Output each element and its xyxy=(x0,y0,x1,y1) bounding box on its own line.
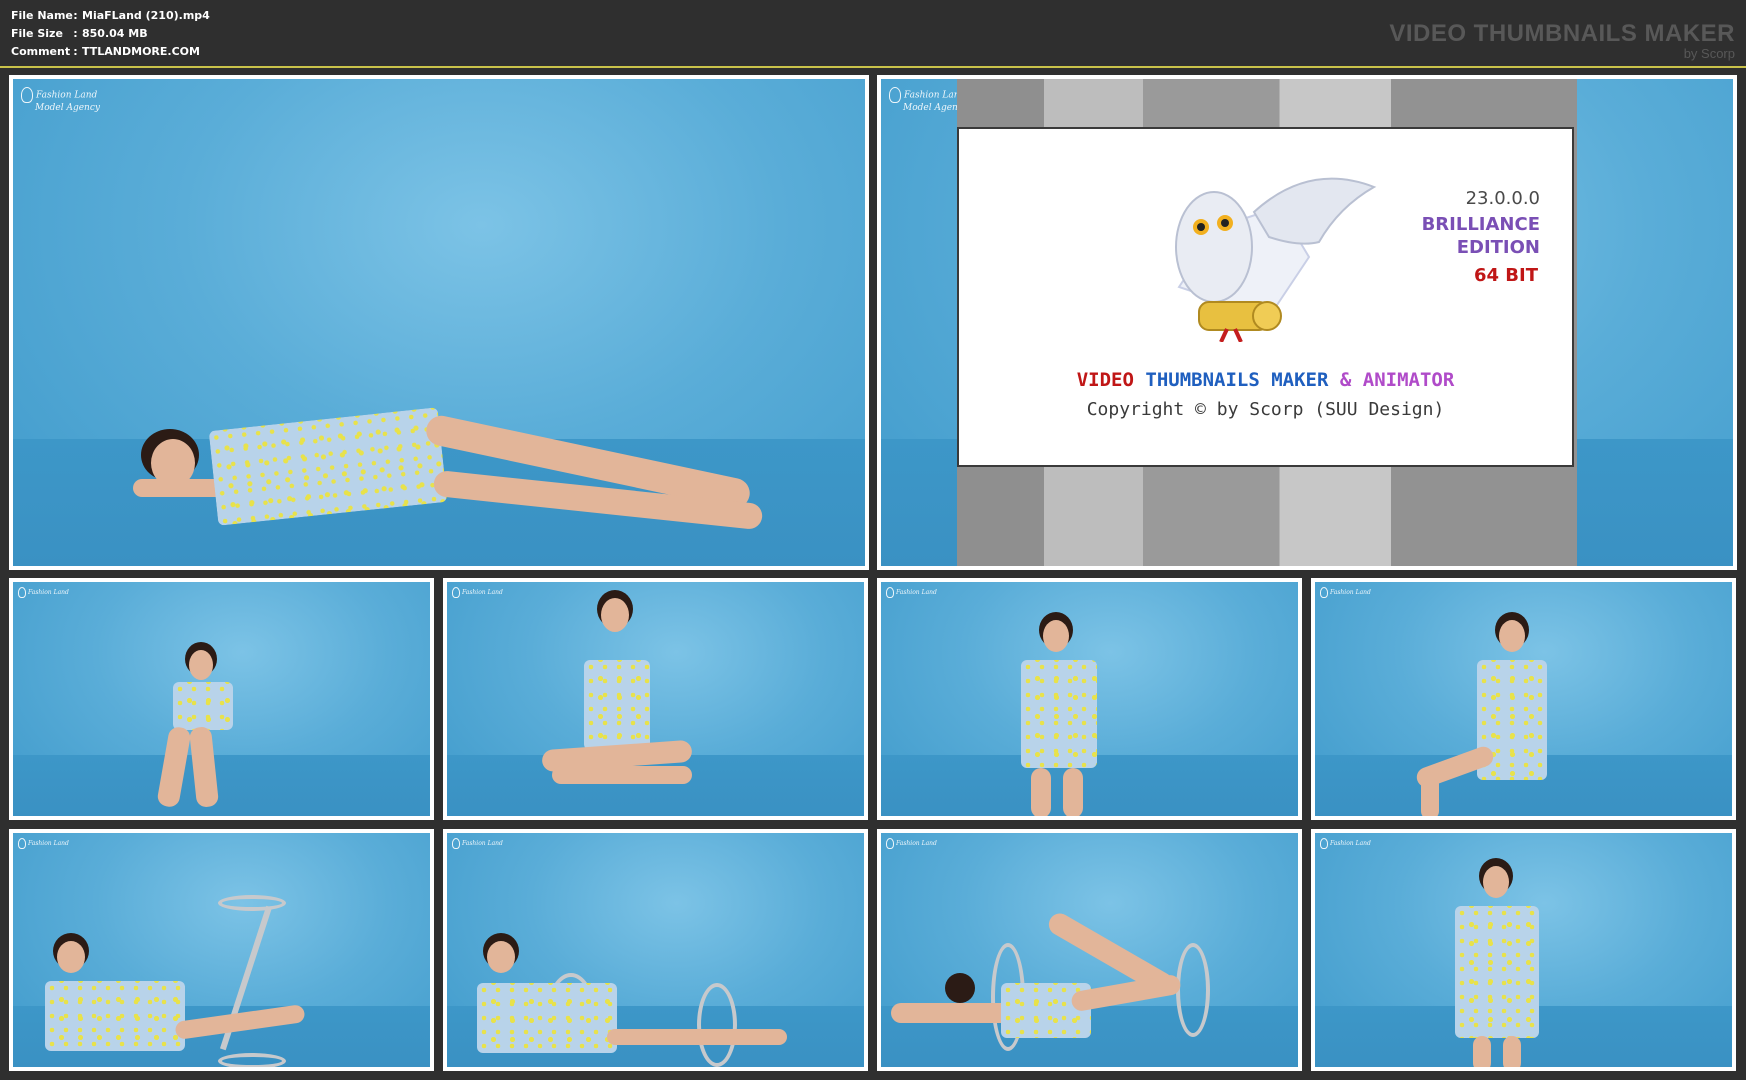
bar-stool xyxy=(218,895,286,911)
model-figure xyxy=(1001,612,1121,816)
watermark-logo: Fashion Land xyxy=(886,587,937,598)
woman-silhouette-icon xyxy=(886,838,894,849)
thumbnail-1[interactable]: Fashion Land Model Agency xyxy=(9,75,869,570)
watermark-logo: Fashion Land xyxy=(1320,587,1371,598)
model-figure xyxy=(541,590,702,815)
model-figure xyxy=(133,407,783,559)
file-info: File Name: MiaFLand (210).mp4 File Size:8… xyxy=(11,7,210,61)
woman-silhouette-icon xyxy=(886,587,894,598)
file-name-label: File Name xyxy=(11,9,73,22)
watermark-logo: Fashion Land Model Agency xyxy=(21,87,100,113)
brand-logo: VIDEO THUMBNAILS MAKER by Scorp xyxy=(1389,20,1735,60)
thumbnail-8[interactable]: Fashion Land xyxy=(443,829,868,1071)
thumbnail-4[interactable]: Fashion Land xyxy=(443,578,868,820)
owl-icon xyxy=(1175,177,1377,342)
copyright-text: Copyright © by Scorp (SUU Design) xyxy=(1086,399,1445,420)
comment-row: Comment: TTLANDMORE.COM xyxy=(11,43,210,61)
watermark-logo: Fashion Land xyxy=(452,838,503,849)
thumbnail-5[interactable]: Fashion Land xyxy=(877,578,1302,820)
thumbnail-2[interactable]: Fashion Land Model Agency 23.0.0.0 BRILLI… xyxy=(877,75,1737,570)
thumbnail-3[interactable]: Fashion Land xyxy=(9,578,434,820)
thumbnail-9[interactable]: Fashion Land xyxy=(877,829,1302,1071)
woman-silhouette-icon xyxy=(1320,838,1328,849)
woman-silhouette-icon xyxy=(452,838,460,849)
woman-silhouette-icon xyxy=(452,587,460,598)
watermark-logo: Fashion Land xyxy=(18,838,69,849)
model-figure xyxy=(143,642,273,816)
model-figure xyxy=(35,933,306,1063)
watermark-logo: Fashion Land xyxy=(886,838,937,849)
splash-card: 23.0.0.0 BRILLIANCE EDITION 64 BIT VIDEO … xyxy=(957,127,1574,467)
woman-silhouette-icon xyxy=(18,838,26,849)
watermark-logo: Fashion Land xyxy=(452,587,503,598)
model-figure xyxy=(1445,858,1555,1067)
brand-subtitle: by Scorp xyxy=(1683,46,1735,61)
header-divider xyxy=(0,66,1746,68)
comment-label: Comment xyxy=(11,45,71,58)
model-figure xyxy=(1413,612,1565,816)
watermark-logo: Fashion Land xyxy=(1320,838,1371,849)
watermark-logo: Fashion Land xyxy=(18,587,69,598)
comment-value: TTLANDMORE.COM xyxy=(82,45,200,58)
file-size-value: 850.04 MB xyxy=(82,27,148,40)
brand-title: VIDEO THUMBNAILS MAKER xyxy=(1389,20,1735,47)
version-label: 23.0.0.0 xyxy=(1465,188,1540,209)
model-figure xyxy=(477,933,787,1063)
product-name: VIDEO THUMBNAILS MAKER & ANIMATOR xyxy=(1076,369,1455,391)
file-name-row: File Name: MiaFLand (210).mp4 xyxy=(11,7,210,25)
edition-label: BRILLIANCE EDITION xyxy=(1421,214,1540,258)
bitness-label: 64 BIT xyxy=(1473,265,1538,286)
model-figure xyxy=(881,909,1298,1063)
file-name-value: MiaFLand (210).mp4 xyxy=(82,9,210,22)
thumbnail-6[interactable]: Fashion Land xyxy=(1311,578,1736,820)
woman-silhouette-icon xyxy=(1320,587,1328,598)
thumbnail-7[interactable]: Fashion Land xyxy=(9,829,434,1071)
info-header: File Name: MiaFLand (210).mp4 File Size:8… xyxy=(0,0,1746,66)
file-size-row: File Size:850.04 MB xyxy=(11,25,210,43)
woman-silhouette-icon xyxy=(889,87,901,103)
woman-silhouette-icon xyxy=(18,587,26,598)
thumbnail-10[interactable]: Fashion Land xyxy=(1311,829,1736,1071)
woman-silhouette-icon xyxy=(21,87,33,103)
file-size-label: File Size xyxy=(11,27,63,40)
